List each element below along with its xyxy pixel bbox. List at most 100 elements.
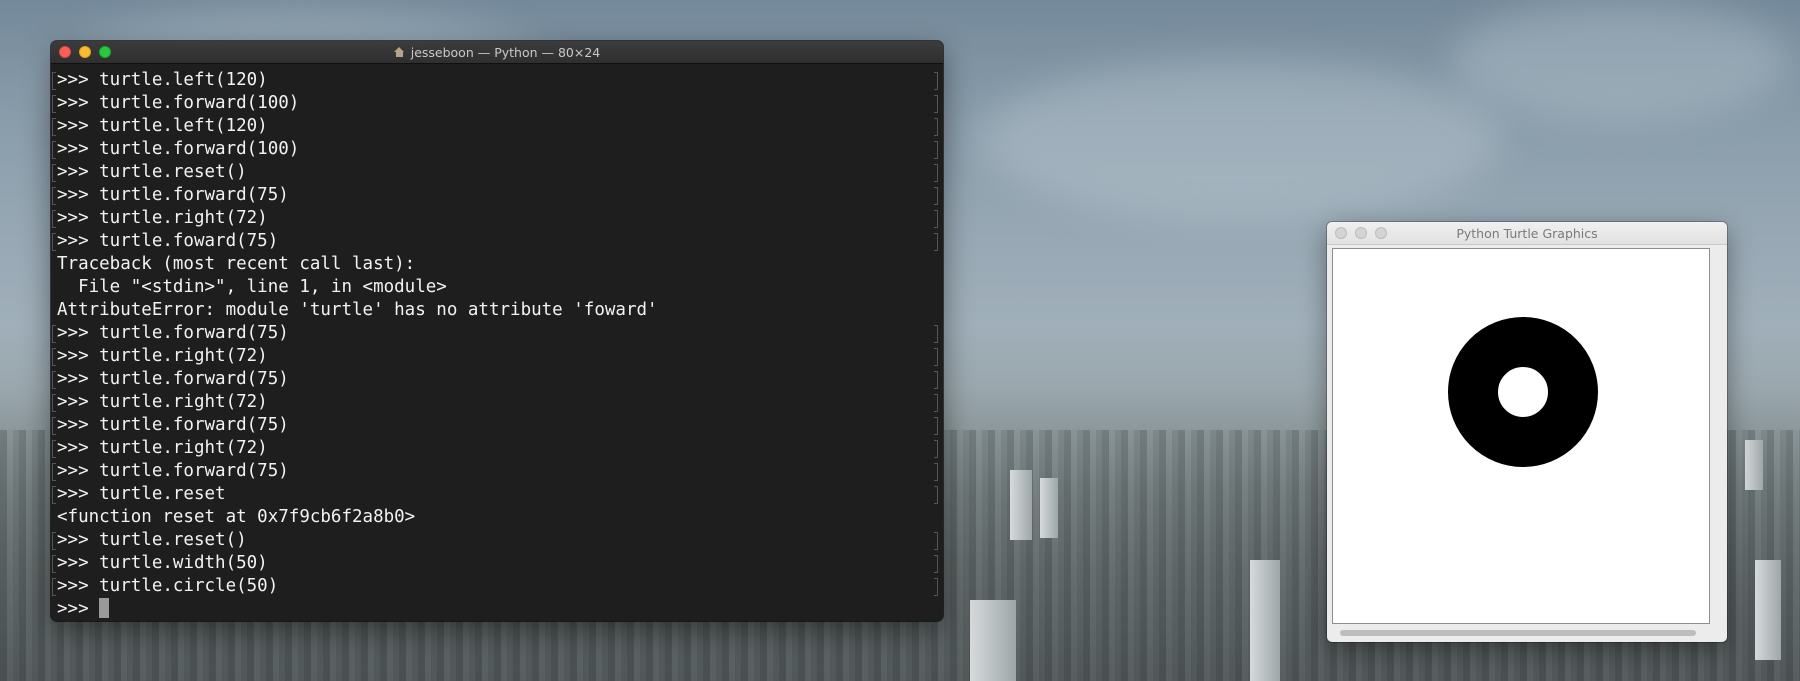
terminal-line: >>> turtle.right(72) <box>52 391 938 414</box>
terminal-window[interactable]: jesseboon — Python — 80×24 >>> turtle.le… <box>51 41 943 621</box>
line-marker <box>934 210 938 228</box>
terminal-output[interactable]: >>> turtle.left(120) >>> turtle.forward(1… <box>51 64 943 621</box>
minimize-button[interactable] <box>1355 227 1367 239</box>
terminal-line-text: >>> turtle.reset() <box>57 530 247 550</box>
line-marker <box>52 486 56 504</box>
line-marker <box>52 72 56 90</box>
sky-cloud <box>1450 0 1790 120</box>
window-controls <box>59 46 111 58</box>
line-marker <box>52 578 56 596</box>
vertical-scrollbar[interactable] <box>1711 248 1725 622</box>
building <box>970 600 1016 681</box>
line-marker <box>52 440 56 458</box>
minimize-button[interactable] <box>79 46 91 58</box>
line-marker <box>52 348 56 366</box>
terminal-line-text: >>> turtle.forward(75) <box>57 323 289 343</box>
terminal-line-text: >>> turtle.left(120) <box>57 116 268 136</box>
terminal-title-text: jesseboon — Python — 80×24 <box>410 44 601 60</box>
line-marker <box>52 463 56 481</box>
terminal-line-text: >>> turtle.forward(100) <box>57 139 300 159</box>
terminal-line-text: >>> turtle.left(120) <box>57 70 268 90</box>
terminal-line: >>> turtle.forward(75) <box>52 184 938 207</box>
turtle-graphics-window[interactable]: Python Turtle Graphics <box>1327 222 1727 642</box>
terminal-line: >>> turtle.forward(75) <box>52 368 938 391</box>
terminal-prompt: >>> <box>57 599 100 619</box>
line-marker <box>934 95 938 113</box>
terminal-line-text: >>> turtle.forward(75) <box>57 369 289 389</box>
terminal-line: >>> turtle.right(72) <box>52 437 938 460</box>
terminal-line-text: >>> turtle.circle(50) <box>57 576 279 596</box>
terminal-line-text: >>> turtle.foward(75) <box>57 231 279 251</box>
line-marker <box>934 578 938 596</box>
terminal-title: jesseboon — Python — 80×24 <box>393 44 601 60</box>
line-marker <box>934 486 938 504</box>
line-marker <box>934 371 938 389</box>
building <box>1745 440 1763 490</box>
line-marker <box>934 394 938 412</box>
close-button[interactable] <box>1335 227 1347 239</box>
terminal-line-text: >>> turtle.forward(75) <box>57 461 289 481</box>
line-marker <box>934 233 938 251</box>
line-marker <box>52 187 56 205</box>
terminal-line: >>> turtle.reset() <box>52 161 938 184</box>
line-marker <box>934 72 938 90</box>
building <box>1250 560 1280 681</box>
line-marker <box>934 555 938 573</box>
line-marker <box>52 371 56 389</box>
terminal-line: >>> turtle.foward(75) <box>52 230 938 253</box>
close-button[interactable] <box>59 46 71 58</box>
terminal-line-text: >>> turtle.width(50) <box>57 553 268 573</box>
line-marker <box>52 394 56 412</box>
terminal-line: Traceback (most recent call last): <box>57 253 937 276</box>
terminal-line: >>> turtle.right(72) <box>52 207 938 230</box>
terminal-line-text: AttributeError: module 'turtle' has no a… <box>57 300 658 320</box>
turtle-drawing <box>1448 317 1598 467</box>
zoom-button[interactable] <box>99 46 111 58</box>
line-marker <box>934 463 938 481</box>
line-marker <box>934 187 938 205</box>
zoom-button[interactable] <box>1375 227 1387 239</box>
terminal-line: >>> turtle.left(120) <box>52 115 938 138</box>
terminal-line-text: >>> turtle.forward(75) <box>57 415 289 435</box>
terminal-line: >>> turtle.forward(75) <box>52 414 938 437</box>
turtle-canvas[interactable] <box>1332 248 1710 624</box>
line-marker <box>934 440 938 458</box>
terminal-line: >>> turtle.reset <box>52 483 938 506</box>
terminal-line-text: >>> turtle.reset() <box>57 162 247 182</box>
line-marker <box>52 164 56 182</box>
terminal-line-text: >>> turtle.forward(75) <box>57 185 289 205</box>
turtle-window-title: Python Turtle Graphics <box>1456 225 1598 241</box>
terminal-prompt-line[interactable]: >>> <box>57 598 937 621</box>
window-controls <box>1335 227 1387 239</box>
line-marker <box>52 233 56 251</box>
sky-cloud <box>980 60 1500 220</box>
terminal-line: >>> turtle.left(120) <box>52 69 938 92</box>
terminal-line: >>> turtle.right(72) <box>52 345 938 368</box>
drawn-circle <box>1448 317 1598 467</box>
building <box>1040 478 1058 538</box>
terminal-line-text: >>> turtle.right(72) <box>57 438 268 458</box>
line-marker <box>52 118 56 136</box>
line-marker <box>52 141 56 159</box>
turtle-titlebar[interactable]: Python Turtle Graphics <box>1327 222 1727 245</box>
terminal-titlebar[interactable]: jesseboon — Python — 80×24 <box>51 41 943 64</box>
terminal-line: >>> turtle.width(50) <box>52 552 938 575</box>
terminal-line: File "<stdin>", line 1, in <module> <box>57 276 937 299</box>
terminal-line-text: <function reset at 0x7f9cb6f2a8b0> <box>57 507 416 527</box>
horizontal-scroll-thumb[interactable] <box>1340 630 1696 636</box>
terminal-line: >>> turtle.circle(50) <box>52 575 938 598</box>
line-marker <box>52 210 56 228</box>
line-marker <box>934 348 938 366</box>
home-icon <box>393 47 405 57</box>
terminal-line: <function reset at 0x7f9cb6f2a8b0> <box>57 506 937 529</box>
line-marker <box>934 325 938 343</box>
terminal-line-text: >>> turtle.right(72) <box>57 346 268 366</box>
terminal-line: >>> turtle.forward(75) <box>52 460 938 483</box>
line-marker <box>934 532 938 550</box>
terminal-line-text: >>> turtle.reset <box>57 484 226 504</box>
line-marker <box>52 532 56 550</box>
terminal-line: >>> turtle.forward(100) <box>52 138 938 161</box>
terminal-line: >>> turtle.forward(100) <box>52 92 938 115</box>
horizontal-scrollbar[interactable] <box>1332 628 1712 638</box>
terminal-line: >>> turtle.forward(75) <box>52 322 938 345</box>
